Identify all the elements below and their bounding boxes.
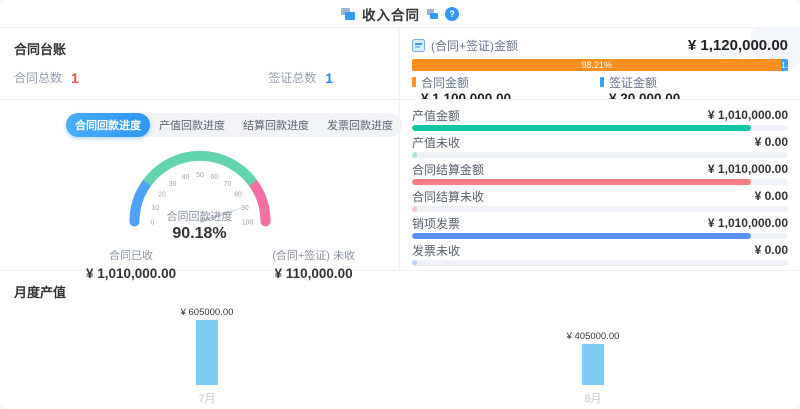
contract-total-stat: 合同总数 1 bbox=[14, 69, 79, 86]
invoice-unreceived-value: ¥ 0.00 bbox=[755, 243, 788, 257]
svg-text:50: 50 bbox=[196, 172, 204, 179]
progress-tabs: 合同回款进度 产值回款进度 结算回款进度 发票回款进度 bbox=[66, 113, 402, 137]
amount-icon bbox=[412, 39, 425, 52]
progress-fill bbox=[412, 260, 417, 266]
contract-ledger-section: 合同台账 合同总数 1 签证总数 1 bbox=[0, 28, 399, 100]
x-axis-label-august: 8月 bbox=[584, 390, 601, 406]
svg-text:10: 10 bbox=[151, 205, 159, 212]
help-icon[interactable]: ? bbox=[445, 7, 459, 21]
output-amount-label: 产值金额 bbox=[412, 107, 460, 124]
tab-settlement-progress[interactable]: 结算回款进度 bbox=[234, 113, 318, 137]
progress-fill bbox=[412, 125, 751, 131]
settlement-amount-value: ¥ 1,010,000.00 bbox=[708, 162, 788, 176]
x-axis-label-july: 7月 bbox=[198, 390, 215, 406]
contract-received-stat: 合同已收 ¥ 1,010,000.00 bbox=[86, 247, 176, 281]
progress-gauge-section: 合同回款进度 产值回款进度 结算回款进度 发票回款进度 0 10 20 bbox=[0, 100, 399, 281]
output-unreceived-label: 产值未收 bbox=[412, 134, 460, 151]
progress-track bbox=[412, 152, 788, 158]
list-item: 合同结算未收 ¥ 0.00 bbox=[412, 188, 788, 212]
bar-july bbox=[196, 320, 218, 385]
svg-text:60: 60 bbox=[210, 174, 218, 181]
bar-group-august: ¥ 405000.00 8月 bbox=[400, 303, 786, 406]
svg-text:70: 70 bbox=[223, 181, 231, 188]
amount-ratio-bar: 98.21% 1. bbox=[412, 59, 788, 71]
tab-output-progress[interactable]: 产值回款进度 bbox=[150, 113, 234, 137]
contract-amount-value: ¥ 1,100,000.00 bbox=[421, 91, 600, 100]
contract-total-label: 合同总数 bbox=[14, 69, 62, 86]
progress-fill bbox=[412, 179, 751, 185]
gauge-chart: 0 10 20 30 40 50 60 70 80 90 100 bbox=[110, 139, 290, 243]
monthly-output-section: 月度产值 ¥ 605000.00 7月 ¥ 405000.00 8月 bbox=[0, 270, 800, 409]
documents-icon bbox=[341, 8, 355, 20]
legend-visa-amount: 签证金额 ¥ 20,000.00 bbox=[600, 75, 788, 100]
settlement-amount-label: 合同结算金额 bbox=[412, 161, 484, 178]
visa-amount-label: 签证金额 bbox=[609, 74, 657, 91]
contract-amount-swatch bbox=[412, 77, 416, 87]
progress-fill bbox=[412, 233, 751, 239]
list-item: 销项发票 ¥ 1,010,000.00 bbox=[412, 215, 788, 239]
list-item: 产值未收 ¥ 0.00 bbox=[412, 134, 788, 158]
amount-progress-list: 产值金额 ¥ 1,010,000.00 产值未收 ¥ 0.00 合同结算金额 bbox=[400, 100, 800, 266]
svg-text:20: 20 bbox=[158, 192, 166, 199]
tab-contract-progress[interactable]: 合同回款进度 bbox=[66, 113, 150, 137]
visa-total-label: 签证总数 bbox=[268, 69, 316, 86]
contract-amount-label: 合同金额 bbox=[421, 74, 469, 91]
settlement-unreceived-value: ¥ 0.00 bbox=[755, 189, 788, 203]
unreceived-label: (合同+签证) 未收 bbox=[272, 247, 355, 263]
settlement-unreceived-label: 合同结算未收 bbox=[412, 188, 484, 205]
contract-received-value: ¥ 1,010,000.00 bbox=[86, 266, 176, 281]
amount-summary-section: (合同+签证)金额 ¥ 1,120,000.00 98.21% 1. 合同金额 … bbox=[400, 28, 800, 100]
tab-invoice-progress[interactable]: 发票回款进度 bbox=[318, 113, 402, 137]
output-unreceived-value: ¥ 0.00 bbox=[755, 135, 788, 149]
page-title: 收入合同 bbox=[362, 4, 420, 24]
list-item: 产值金额 ¥ 1,010,000.00 bbox=[412, 107, 788, 131]
svg-text:30: 30 bbox=[168, 181, 176, 188]
progress-track bbox=[412, 179, 788, 185]
contract-total-value: 1 bbox=[71, 70, 79, 86]
bar-value-label: ¥ 605000.00 bbox=[181, 307, 234, 318]
visa-total-stat: 签证总数 1 bbox=[268, 69, 333, 86]
progress-track bbox=[412, 125, 788, 131]
dashboard-card: 收入合同 ? 合同台账 合同总数 1 签证总数 1 bbox=[0, 0, 800, 409]
ledger-title: 合同台账 bbox=[14, 39, 385, 58]
svg-text:40: 40 bbox=[181, 174, 189, 181]
right-panel: (合同+签证)金额 ¥ 1,120,000.00 98.21% 1. 合同金额 … bbox=[400, 28, 800, 270]
progress-fill bbox=[412, 152, 417, 158]
total-amount-label: (合同+签证)金额 bbox=[431, 37, 518, 54]
monthly-bar-chart: ¥ 605000.00 7月 ¥ 405000.00 8月 bbox=[14, 303, 786, 406]
total-amount-value: ¥ 1,120,000.00 bbox=[688, 37, 788, 54]
left-panel: 合同台账 合同总数 1 签证总数 1 合同回款进度 产值回款进度 结算回 bbox=[0, 28, 400, 270]
contract-received-label: 合同已收 bbox=[86, 247, 176, 263]
documents-small-icon bbox=[427, 9, 438, 19]
bar-value-label: ¥ 405000.00 bbox=[567, 331, 620, 342]
invoice-amount-label: 销项发票 bbox=[412, 215, 460, 232]
unreceived-stat: (合同+签证) 未收 ¥ 110,000.00 bbox=[272, 247, 355, 281]
gauge-value: 90.18% bbox=[110, 225, 290, 243]
progress-fill bbox=[412, 206, 417, 212]
output-amount-value: ¥ 1,010,000.00 bbox=[708, 108, 788, 122]
progress-track bbox=[412, 260, 788, 266]
list-item: 合同结算金额 ¥ 1,010,000.00 bbox=[412, 161, 788, 185]
page-header: 收入合同 ? bbox=[0, 0, 800, 28]
unreceived-value: ¥ 110,000.00 bbox=[272, 266, 355, 281]
bar-group-july: ¥ 605000.00 7月 bbox=[14, 303, 400, 406]
progress-track bbox=[412, 206, 788, 212]
svg-text:90: 90 bbox=[241, 205, 249, 212]
list-item: 发票未收 ¥ 0.00 bbox=[412, 242, 788, 266]
progress-track bbox=[412, 233, 788, 239]
invoice-amount-value: ¥ 1,010,000.00 bbox=[708, 216, 788, 230]
visa-total-value: 1 bbox=[325, 70, 333, 86]
visa-amount-segment: 1. bbox=[781, 59, 788, 71]
visa-amount-value: ¥ 20,000.00 bbox=[609, 91, 788, 100]
svg-text:0: 0 bbox=[150, 220, 154, 227]
contract-amount-segment: 98.21% bbox=[412, 59, 781, 71]
monthly-output-title: 月度产值 bbox=[14, 282, 786, 301]
svg-text:100: 100 bbox=[241, 220, 253, 227]
svg-text:80: 80 bbox=[234, 192, 242, 199]
legend-contract-amount: 合同金额 ¥ 1,100,000.00 bbox=[412, 75, 600, 100]
invoice-unreceived-label: 发票未收 bbox=[412, 242, 460, 259]
bar-august bbox=[582, 344, 604, 385]
visa-amount-swatch bbox=[600, 77, 604, 87]
